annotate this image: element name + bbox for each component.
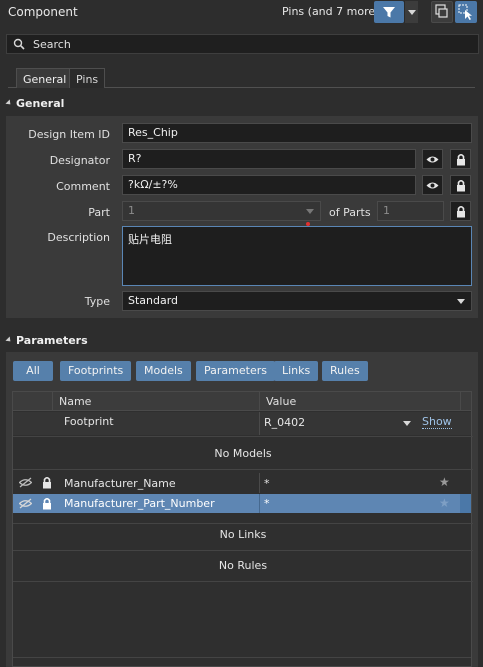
section-general-header[interactable]: General (5, 97, 65, 110)
parameter-value: * (264, 477, 270, 490)
search-input[interactable]: Search (6, 34, 479, 54)
type-label: Type (84, 295, 110, 308)
collapse-triangle-icon (5, 336, 13, 344)
grid-bottom-line (13, 657, 471, 658)
select-mask-button[interactable] (431, 1, 453, 23)
type-select[interactable]: Standard (122, 291, 472, 311)
copy-select-icon (435, 4, 448, 18)
section-general-title: General (16, 97, 65, 110)
designator-field[interactable]: R? (122, 149, 416, 169)
star-icon[interactable]: ★ (439, 496, 450, 510)
description-field[interactable]: 贴片电阻 (122, 226, 472, 286)
tab-pins[interactable]: Pins (69, 68, 106, 88)
row-separator (13, 550, 473, 551)
designator-lock-button[interactable] (450, 149, 471, 169)
filter-links-button[interactable]: Links (274, 361, 319, 381)
lock-icon (456, 205, 465, 217)
visibility-hidden-icon[interactable] (19, 498, 32, 509)
star-icon[interactable]: ★ (439, 475, 450, 489)
filter-icon (383, 7, 395, 18)
filter-button[interactable] (374, 1, 404, 23)
no-models-message: No Models (214, 447, 272, 460)
eye-icon (426, 156, 439, 162)
description-label: Description (47, 231, 110, 244)
row-separator (13, 523, 473, 524)
search-placeholder: Search (33, 38, 71, 51)
filter-models-button[interactable]: Models (136, 361, 191, 381)
tab-general[interactable]: General (16, 68, 74, 88)
row-end-cap (460, 494, 471, 513)
filter-status-text: Pins (and 7 more) (282, 5, 380, 18)
filter-all-button[interactable]: All (13, 361, 53, 381)
parameter-name: Manufacturer_Name (64, 477, 176, 490)
select-cursor-button[interactable] (455, 1, 477, 23)
comment-label: Comment (56, 180, 110, 193)
eye-icon (426, 182, 439, 188)
filter-parameters-button[interactable]: Parameters (196, 361, 275, 381)
part-label: Part (88, 206, 110, 219)
designator-visibility-button[interactable] (422, 149, 443, 169)
of-parts-field: 1 (377, 201, 444, 221)
comment-lock-button[interactable] (450, 175, 471, 195)
part-select[interactable]: 1 (122, 201, 321, 221)
search-icon (13, 38, 25, 50)
row-separator (13, 436, 473, 437)
row-separator (13, 581, 473, 582)
design-item-id-label: Design Item ID (28, 128, 110, 141)
filter-footprints-button[interactable]: Footprints (60, 361, 132, 381)
collapse-triangle-icon (5, 99, 13, 107)
column-divider (259, 494, 260, 513)
comment-visibility-button[interactable] (422, 175, 443, 195)
section-parameters-title: Parameters (16, 334, 88, 347)
footprint-value: R_0402 (264, 416, 306, 429)
lock-icon[interactable] (42, 497, 52, 510)
no-links-message: No Links (219, 528, 267, 541)
parameter-name: Manufacturer_Part_Number (64, 497, 215, 510)
grid-header-icons (13, 392, 52, 411)
chevron-down-icon (306, 209, 314, 214)
lock-icon (456, 153, 465, 165)
type-select-value: Standard (128, 294, 179, 307)
column-header-value[interactable]: Value (259, 392, 460, 411)
no-rules-message: No Rules (218, 559, 268, 572)
of-parts-label: of Parts (329, 206, 371, 219)
part-select-value: 1 (128, 204, 135, 217)
filter-rules-button[interactable]: Rules (322, 361, 368, 381)
footprint-name: Footprint (64, 415, 114, 428)
lock-icon (456, 179, 465, 191)
designator-label: Designator (49, 154, 110, 167)
comment-field[interactable]: ?kΩ/±?% (122, 175, 416, 195)
parameter-value: * (264, 497, 270, 510)
parameters-grid: Name Value Footprint R_0402 Show No Mode… (12, 391, 473, 667)
column-divider (259, 412, 260, 435)
row-separator (13, 469, 473, 470)
cursor-select-icon (458, 4, 472, 20)
panel-title: Component (8, 5, 78, 19)
column-header-name[interactable]: Name (52, 392, 259, 411)
section-parameters-header[interactable]: Parameters (5, 334, 88, 347)
chevron-down-icon (457, 299, 465, 304)
column-divider (259, 473, 260, 493)
footprint-show-link[interactable]: Show (422, 415, 452, 429)
chevron-down-icon (408, 10, 416, 15)
part-lock-button[interactable] (450, 201, 471, 221)
chevron-down-icon[interactable] (403, 421, 411, 426)
lock-icon[interactable] (42, 476, 52, 489)
design-item-id-field[interactable]: Res_Chip (122, 123, 472, 143)
visibility-hidden-icon[interactable] (19, 477, 32, 488)
filter-dropdown-button[interactable] (404, 1, 418, 23)
grid-header-end (460, 392, 471, 411)
